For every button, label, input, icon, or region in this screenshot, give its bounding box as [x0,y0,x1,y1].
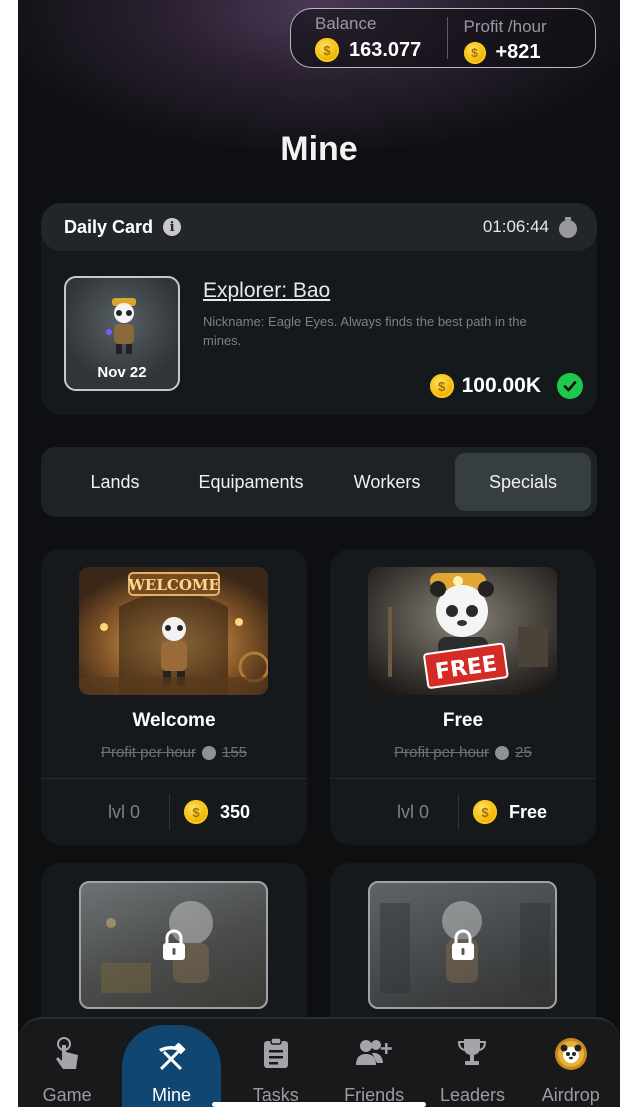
daily-card-description: Nickname: Eagle Eyes. Always finds the b… [203,314,527,348]
tab-specials[interactable]: Specials [455,453,591,511]
daily-card-image[interactable]: Nov 22 [64,276,180,391]
welcome-image: WELCOME [79,567,268,695]
nav-label: Airdrop [541,1085,600,1105]
balance-value: 163.077 [349,38,422,61]
nav-friends[interactable]: Friends [325,1019,423,1107]
daily-card-reward: $ 100.00K [429,373,583,399]
coin-icon [495,745,510,760]
daily-card-timer: 01:06:44 [482,217,549,236]
tab-workers[interactable]: Workers [319,453,455,511]
lock-icon [162,929,185,960]
coin-icon: $ [473,800,497,824]
special-card-free[interactable]: FREE Free Profit per hour 25 lvl 0 $ Fre… [330,549,596,845]
free-image: FREE [368,567,557,695]
item-level: lvl 0 [107,801,140,822]
bottom-nav: Game Mine Tasks Friends Leaders Airdrop [18,1017,620,1107]
tap-hand-icon [56,1037,79,1069]
page-title: Mine [280,130,358,168]
daily-card-title: Daily Card [64,216,154,237]
item-footer: lvl 0 $ Free [330,778,596,845]
profit-per-hour-value: 155 [222,744,248,761]
clipboard-icon [263,1037,288,1068]
tab-lands[interactable]: Lands [47,453,183,511]
coin-icon: $ [429,374,454,398]
item-footer: lvl 0 $ 350 [41,778,307,845]
profit-label: Profit /hour [463,17,547,36]
welcome-sign-text: WELCOME [127,576,220,594]
nav-label: Leaders [439,1085,505,1105]
item-name: Free [442,710,484,731]
panda-coin-icon [554,1038,587,1070]
item-price: 350 [220,801,251,822]
coin-icon: $ [463,41,486,64]
daily-card-header: Daily Card i 01:06:44 [41,203,597,251]
locked-image [79,881,268,1009]
special-card-welcome[interactable]: WELCOME Welcome Profit per hour 155 lvl … [41,549,307,845]
pickaxe-hammer-icon [159,1043,187,1070]
home-indicator [212,1102,426,1107]
profit-section: Profit /hour $ +821 [446,17,596,64]
reward-value: 100.00K [461,374,541,397]
daily-card-name[interactable]: Explorer: Bao [203,279,330,303]
profit-per-hour-value: 25 [515,744,532,761]
nav-label: Game [42,1085,92,1105]
nav-label: Mine [151,1085,191,1105]
lock-icon [451,929,474,960]
daily-card-panel[interactable]: Daily Card i 01:06:44 Nov 22 Explorer: B… [41,203,597,415]
item-name: Welcome [132,710,216,731]
panda-explorer-icon [106,298,136,354]
app-screen: Balance $ 163.077 Profit /hour $ +821 Mi… [18,0,620,1107]
balance-section: Balance $ 163.077 [291,9,447,67]
item-level: lvl 0 [396,801,429,822]
nav-tasks[interactable]: Tasks [227,1019,325,1107]
stopwatch-icon [559,217,577,238]
profit-per-hour-label: Profit per hour [394,744,490,761]
coin-icon: $ [184,800,208,824]
nav-game[interactable]: Game [18,1019,116,1107]
nav-airdrop[interactable]: Airdrop [522,1019,620,1107]
info-icon[interactable]: i [163,218,182,236]
nav-leaders[interactable]: Leaders [423,1019,521,1107]
daily-card-date: Nov 22 [97,364,147,381]
category-tabs: Lands Equipaments Workers Specials [41,447,597,517]
check-icon [557,373,583,399]
tab-equipaments[interactable]: Equipaments [183,453,319,511]
nav-mine[interactable]: Mine [122,1025,221,1107]
coin-icon: $ [315,38,339,62]
locked-image [368,881,557,1009]
item-price: Free [509,801,548,822]
coin-icon [202,745,216,760]
profit-per-hour-label: Profit per hour [100,744,196,761]
balance-panel: Balance $ 163.077 Profit /hour $ +821 [290,8,596,68]
trophy-icon [458,1039,487,1065]
profit-value: +821 [495,41,541,63]
add-friends-icon [356,1040,392,1065]
balance-label: Balance [315,14,377,33]
